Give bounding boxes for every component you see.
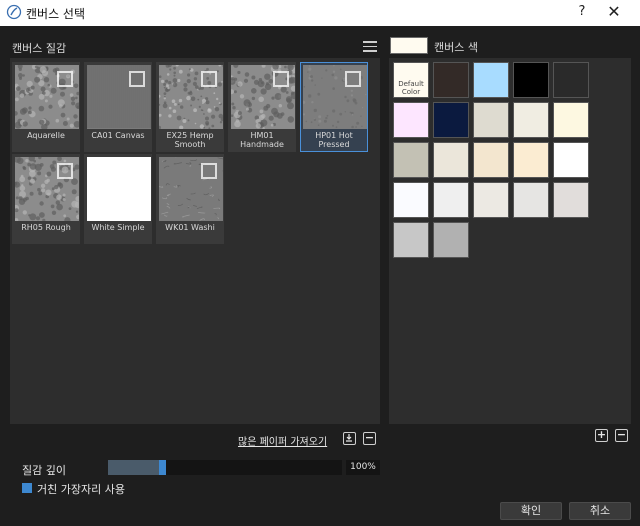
texture-section-title: 캔버스 질감 [12,42,67,55]
texture-thumbnail [87,65,151,129]
texture-item[interactable]: RH05 Rough [12,154,80,244]
texture-badge-icon [57,71,73,87]
color-swatch[interactable] [553,142,589,178]
color-swatch[interactable] [473,102,509,138]
color-swatch[interactable] [473,182,509,218]
color-swatch-grid: Default Color [389,58,631,424]
color-swatch[interactable] [393,102,429,138]
color-swatch[interactable] [393,222,429,258]
texture-item[interactable]: White Simple [84,154,152,244]
texture-label: CA01 Canvas [91,131,145,140]
texture-item[interactable]: CA01 Canvas [84,62,152,152]
swatch-label: Default Color [398,80,424,96]
texture-item[interactable]: HM01 Handmade [228,62,296,152]
color-swatch[interactable] [473,62,509,98]
texture-label: White Simple [91,223,145,232]
color-swatch[interactable] [433,102,469,138]
minus-icon[interactable]: − [363,432,376,445]
import-paper-link[interactable]: 많은 페이퍼 가져오기 [238,433,327,448]
texture-thumbnail [87,157,151,221]
texture-badge-icon [129,71,145,87]
texture-grid: Aquarelle CA01 Canvas EX25 Hemp Smooth HM01… [10,58,380,424]
texture-thumbnail [231,65,295,129]
color-swatch[interactable] [553,182,589,218]
rough-edge-checkbox[interactable] [22,483,32,493]
import-icon[interactable] [343,432,356,445]
color-swatch[interactable] [433,182,469,218]
texture-label: HP01 Hot Pressed [315,131,353,149]
color-section-title: 캔버스 색 [434,41,478,54]
close-button[interactable]: ✕ [604,2,624,21]
texture-label: RH05 Rough [21,223,71,232]
texture-badge-icon [201,71,217,87]
texture-thumbnail [303,65,367,129]
color-swatch[interactable] [553,62,589,98]
color-swatch[interactable] [433,222,469,258]
cancel-button[interactable]: 취소 [569,502,631,520]
slider-fill [108,460,159,475]
color-swatch[interactable]: Default Color [393,62,429,98]
texture-item[interactable]: HP01 Hot Pressed [300,62,368,152]
hamburger-menu-icon[interactable] [363,41,377,53]
texture-thumbnail [159,157,223,221]
texture-item[interactable]: WK01 Washi [156,154,224,244]
color-swatch[interactable] [513,182,549,218]
window-title: 캔버스 선택 [26,7,86,21]
texture-item[interactable]: Aquarelle [12,62,80,152]
texture-badge-icon [345,71,361,87]
selected-color-preview [390,37,428,54]
texture-thumbnail [159,65,223,129]
texture-thumbnail [15,65,79,129]
texture-item[interactable]: EX25 Hemp Smooth [156,62,224,152]
color-swatch[interactable] [553,102,589,138]
plus-icon[interactable]: + [595,429,608,442]
texture-badge-icon [57,163,73,179]
rough-edge-label: 거친 가장자리 사용 [37,483,125,496]
texture-label: EX25 Hemp Smooth [166,131,214,149]
texture-depth-value[interactable]: 100% [346,460,380,475]
brush-stroke-icon [6,4,22,20]
color-swatch[interactable] [433,62,469,98]
texture-thumbnail [15,157,79,221]
texture-label: Aquarelle [27,131,65,140]
title-bar: 캔버스 선택 ? ✕ [0,0,640,26]
color-swatch[interactable] [393,182,429,218]
ok-button[interactable]: 확인 [500,502,562,520]
slider-thumb[interactable] [159,460,166,475]
color-swatch[interactable] [393,142,429,178]
color-swatch[interactable] [513,62,549,98]
help-button[interactable]: ? [574,4,590,19]
texture-badge-icon [273,71,289,87]
minus-icon[interactable]: − [615,429,628,442]
color-swatch[interactable] [473,142,509,178]
color-swatch[interactable] [433,142,469,178]
color-swatch[interactable] [513,102,549,138]
texture-label: WK01 Washi [165,223,215,232]
texture-depth-label: 질감 깊이 [22,464,66,477]
texture-depth-slider[interactable] [108,460,342,475]
texture-badge-icon [201,163,217,179]
color-swatch[interactable] [513,142,549,178]
texture-label: HM01 Handmade [240,131,284,149]
